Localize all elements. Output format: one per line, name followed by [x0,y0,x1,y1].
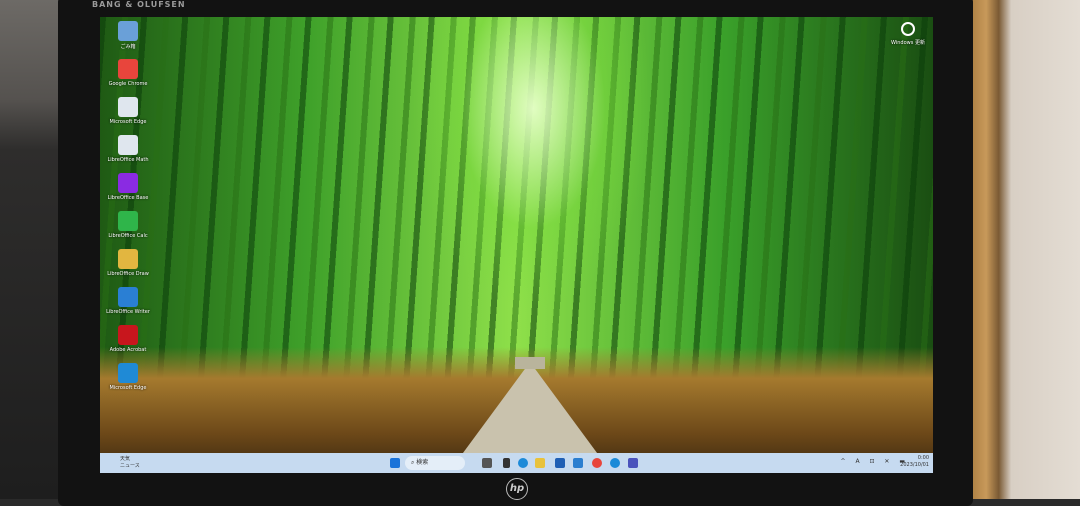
app-icon [118,211,138,231]
desktop-icon-label: Microsoft Edge [109,119,147,125]
file-explorer-icon[interactable] [535,458,545,468]
app-icon [118,135,138,155]
desktop-icon-label: LibreOffice Math [107,157,149,163]
desktop-icon-label: Google Chrome [108,81,148,87]
task-view-icon[interactable] [482,458,492,468]
brand-label: BANG & OLUFSEN [92,0,186,9]
app-icon [118,287,138,307]
wallpaper-path-far [515,357,545,369]
widget-label: Windows 更新 [891,40,925,46]
outlook-icon[interactable] [573,458,583,468]
desktop-icon-label: Adobe Acrobat [109,347,147,353]
desktop-icon-label: Microsoft Edge [109,385,147,391]
app-icon [118,325,138,345]
weather-widget[interactable]: 天気 ニュース [120,456,140,470]
weather-line-1: 天気 [120,456,131,462]
clock-date: 2023/10/01 [900,462,929,468]
clock-time: 0:00 [917,455,929,461]
update-icon [901,22,915,36]
app-icon [118,97,138,117]
weather-line-2: ニュース [120,463,140,469]
desktop-icon[interactable]: ごみ箱 [106,21,150,50]
desktop-icon-label: ごみ箱 [120,44,136,50]
wallpaper-path [460,362,600,457]
desktop-icon-label: LibreOffice Calc [108,233,148,239]
app-icon [118,249,138,269]
teams-icon[interactable] [628,458,638,468]
taskbar: 天気 ニュース ⌕ 検索 ^ A ⊡ ✕ ▬ 0:00 2023/10/01 [100,453,933,473]
hp-logo: hp [506,478,528,500]
desktop-icon[interactable]: Adobe Acrobat [106,325,150,353]
clock[interactable]: 0:00 2023/10/01 [900,455,929,469]
app-icon [118,363,138,383]
update-widget[interactable]: Windows 更新 [888,22,928,46]
store-icon[interactable] [555,458,565,468]
desktop-icon-label: LibreOffice Base [107,195,149,201]
app-icon [118,21,138,41]
desktop-icon[interactable]: LibreOffice Base [106,173,150,201]
desktop-icon[interactable]: LibreOffice Draw [106,249,150,277]
search-box[interactable]: ⌕ 検索 [405,456,465,470]
desktop-screen: ごみ箱 Google Chrome Microsoft Edge LibreOffic… [100,17,933,473]
hp-app-icon[interactable] [610,458,620,468]
widgets-icon[interactable] [503,458,510,468]
desktop-icon[interactable]: LibreOffice Writer [106,287,150,315]
chrome-icon[interactable] [592,458,602,468]
app-icon [118,173,138,193]
search-placeholder: 検索 [416,459,429,466]
desktop-icon[interactable]: Microsoft Edge [106,97,150,125]
desktop-icon[interactable]: Microsoft Edge [106,363,150,391]
desktop-icon[interactable]: LibreOffice Math [106,135,150,163]
desktop-icon-label: LibreOffice Draw [107,271,149,277]
wall-right [955,0,1080,499]
desktop-icon[interactable]: Google Chrome [106,59,150,87]
desktop-icon-label: LibreOffice Writer [106,309,150,315]
desktop-icon[interactable]: LibreOffice Calc [106,211,150,239]
app-icon [118,59,138,79]
edge-icon[interactable] [518,458,528,468]
system-tray[interactable]: ^ A ⊡ ✕ ▬ [841,458,909,465]
start-icon[interactable] [390,458,400,468]
